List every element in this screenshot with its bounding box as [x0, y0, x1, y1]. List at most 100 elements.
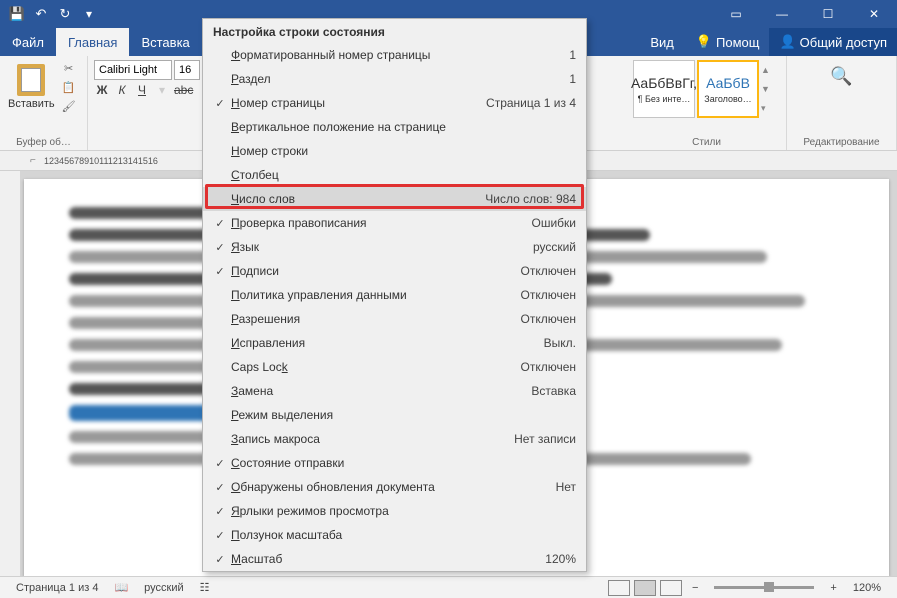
read-mode-icon[interactable]: [608, 580, 630, 596]
style-heading[interactable]: АаБбВ Заголово…: [697, 60, 759, 118]
menu-item-label: Режим выделения: [231, 408, 576, 422]
font-name-input[interactable]: [94, 60, 172, 80]
menu-item[interactable]: Столбец: [203, 163, 586, 187]
menu-item-label: Подписи: [231, 264, 520, 278]
menu-item[interactable]: Номер строки: [203, 139, 586, 163]
tab-file[interactable]: Файл: [0, 28, 56, 56]
menu-item-value: Число слов: 984: [485, 192, 576, 206]
find-icon[interactable]: 🔍: [830, 66, 852, 87]
menu-item-value: Отключен: [520, 312, 576, 326]
zoom-in-button[interactable]: +: [822, 582, 844, 594]
menu-item[interactable]: ЗаменаВставка: [203, 379, 586, 403]
style-normal[interactable]: АаБбВвГг, ¶ Без инте…: [633, 60, 695, 118]
menu-item[interactable]: Вертикальное положение на странице: [203, 115, 586, 139]
menu-item-value: Нет: [556, 480, 576, 494]
menu-item[interactable]: Режим выделения: [203, 403, 586, 427]
menu-item[interactable]: ✓Масштаб120%: [203, 547, 586, 571]
italic-button[interactable]: К: [114, 83, 130, 97]
menu-item[interactable]: Caps LockОтключен: [203, 355, 586, 379]
menu-item[interactable]: РазрешенияОтключен: [203, 307, 586, 331]
menu-item-value: русский: [533, 240, 576, 254]
menu-item-label: Масштаб: [231, 552, 545, 566]
menu-item-label: Замена: [231, 384, 531, 398]
status-proofing-icon[interactable]: 📖: [106, 581, 136, 594]
menu-item-value: Отключен: [520, 264, 576, 278]
menu-item-value: Отключен: [520, 288, 576, 302]
menu-item[interactable]: ✓Состояние отправки: [203, 451, 586, 475]
menu-item-label: Запись макроса: [231, 432, 514, 446]
undo-icon[interactable]: ↶: [32, 5, 50, 23]
clipboard-icon: [15, 62, 47, 98]
maximize-button[interactable]: ☐: [805, 0, 851, 28]
zoom-slider[interactable]: [714, 586, 814, 589]
menu-item[interactable]: ✓Обнаружены обновления документаНет: [203, 475, 586, 499]
menu-item[interactable]: ✓ПодписиОтключен: [203, 259, 586, 283]
check-icon: ✓: [209, 217, 231, 230]
menu-item[interactable]: ✓Языкрусский: [203, 235, 586, 259]
menu-item[interactable]: ✓Проверка правописанияОшибки: [203, 211, 586, 235]
menu-item-label: Разрешения: [231, 312, 520, 326]
check-icon: ✓: [209, 505, 231, 518]
tab-selector-icon[interactable]: ⌐: [30, 155, 44, 166]
menu-item-label: Номер строки: [231, 144, 576, 158]
menu-item-label: Исправления: [231, 336, 544, 350]
tab-home[interactable]: Главная: [56, 28, 129, 56]
status-page[interactable]: Страница 1 из 4: [8, 582, 106, 594]
qat-dropdown-icon[interactable]: ▾: [80, 5, 98, 23]
menu-item[interactable]: Форматированный номер страницы1: [203, 43, 586, 67]
menu-item-label: Раздел: [231, 72, 569, 86]
underline-button[interactable]: Ч: [134, 83, 150, 97]
zoom-level[interactable]: 120%: [845, 582, 889, 594]
paste-button[interactable]: Вставить: [6, 60, 57, 114]
check-icon: ✓: [209, 241, 231, 254]
menu-item[interactable]: Запись макросаНет записи: [203, 427, 586, 451]
save-icon[interactable]: 💾: [8, 5, 26, 23]
menu-item[interactable]: ИсправленияВыкл.: [203, 331, 586, 355]
clipboard-group-label: Буфер об…: [6, 135, 81, 148]
status-language[interactable]: русский: [136, 582, 191, 594]
check-icon: ✓: [209, 553, 231, 566]
menu-item[interactable]: ✓Номер страницыСтраница 1 из 4: [203, 91, 586, 115]
zoom-out-button[interactable]: −: [684, 582, 706, 594]
menu-item-label: Политика управления данными: [231, 288, 520, 302]
menu-title: Настройка строки состояния: [203, 19, 586, 43]
menu-item-label: Столбец: [231, 168, 576, 182]
vertical-ruler[interactable]: [0, 171, 20, 576]
menu-item[interactable]: ✓Ползунок масштаба: [203, 523, 586, 547]
repeat-icon[interactable]: ↻: [56, 5, 74, 23]
menu-item-value: 120%: [545, 552, 576, 566]
styles-gallery[interactable]: АаБбВвГг, ¶ Без инте… АаБбВ Заголово… ▲ …: [633, 60, 780, 118]
menu-item-value: Отключен: [520, 360, 576, 374]
copy-icon[interactable]: 📋: [61, 79, 77, 95]
share-icon: 👤: [779, 34, 795, 50]
share-button[interactable]: 👤 Общий доступ: [769, 28, 897, 56]
help-button[interactable]: 💡 Помощ: [686, 34, 770, 50]
styles-group-label: Стили: [633, 135, 780, 148]
ribbon-options-icon[interactable]: ▭: [713, 0, 759, 28]
web-layout-icon[interactable]: [660, 580, 682, 596]
cut-icon[interactable]: ✂: [61, 60, 77, 76]
bold-button[interactable]: Ж: [94, 83, 110, 97]
print-layout-icon[interactable]: [634, 580, 656, 596]
font-size-input[interactable]: [174, 60, 200, 80]
style-down-icon[interactable]: ▼: [761, 84, 775, 94]
strike-button[interactable]: abc: [174, 83, 193, 97]
style-up-icon[interactable]: ▲: [761, 65, 775, 75]
format-painter-icon[interactable]: 🖌: [61, 98, 77, 114]
menu-item-label: Обнаружены обновления документа: [231, 480, 556, 494]
menu-item[interactable]: Политика управления даннымиОтключен: [203, 283, 586, 307]
editing-group-label: Редактирование: [793, 135, 890, 148]
menu-item-value: Вставка: [531, 384, 576, 398]
menu-item-value: 1: [569, 48, 576, 62]
tab-view[interactable]: Вид: [638, 28, 686, 56]
tab-insert[interactable]: Вставка: [129, 28, 201, 56]
menu-item[interactable]: Раздел1: [203, 67, 586, 91]
status-accessibility-icon[interactable]: ☷: [192, 581, 218, 594]
menu-item[interactable]: ✓Ярлыки режимов просмотра: [203, 499, 586, 523]
menu-item-label: Ярлыки режимов просмотра: [231, 504, 576, 518]
menu-item[interactable]: Число словЧисло слов: 984: [203, 187, 586, 211]
style-more-icon[interactable]: ▾: [761, 103, 775, 114]
close-button[interactable]: ✕: [851, 0, 897, 28]
minimize-button[interactable]: —: [759, 0, 805, 28]
menu-item-label: Проверка правописания: [231, 216, 532, 230]
